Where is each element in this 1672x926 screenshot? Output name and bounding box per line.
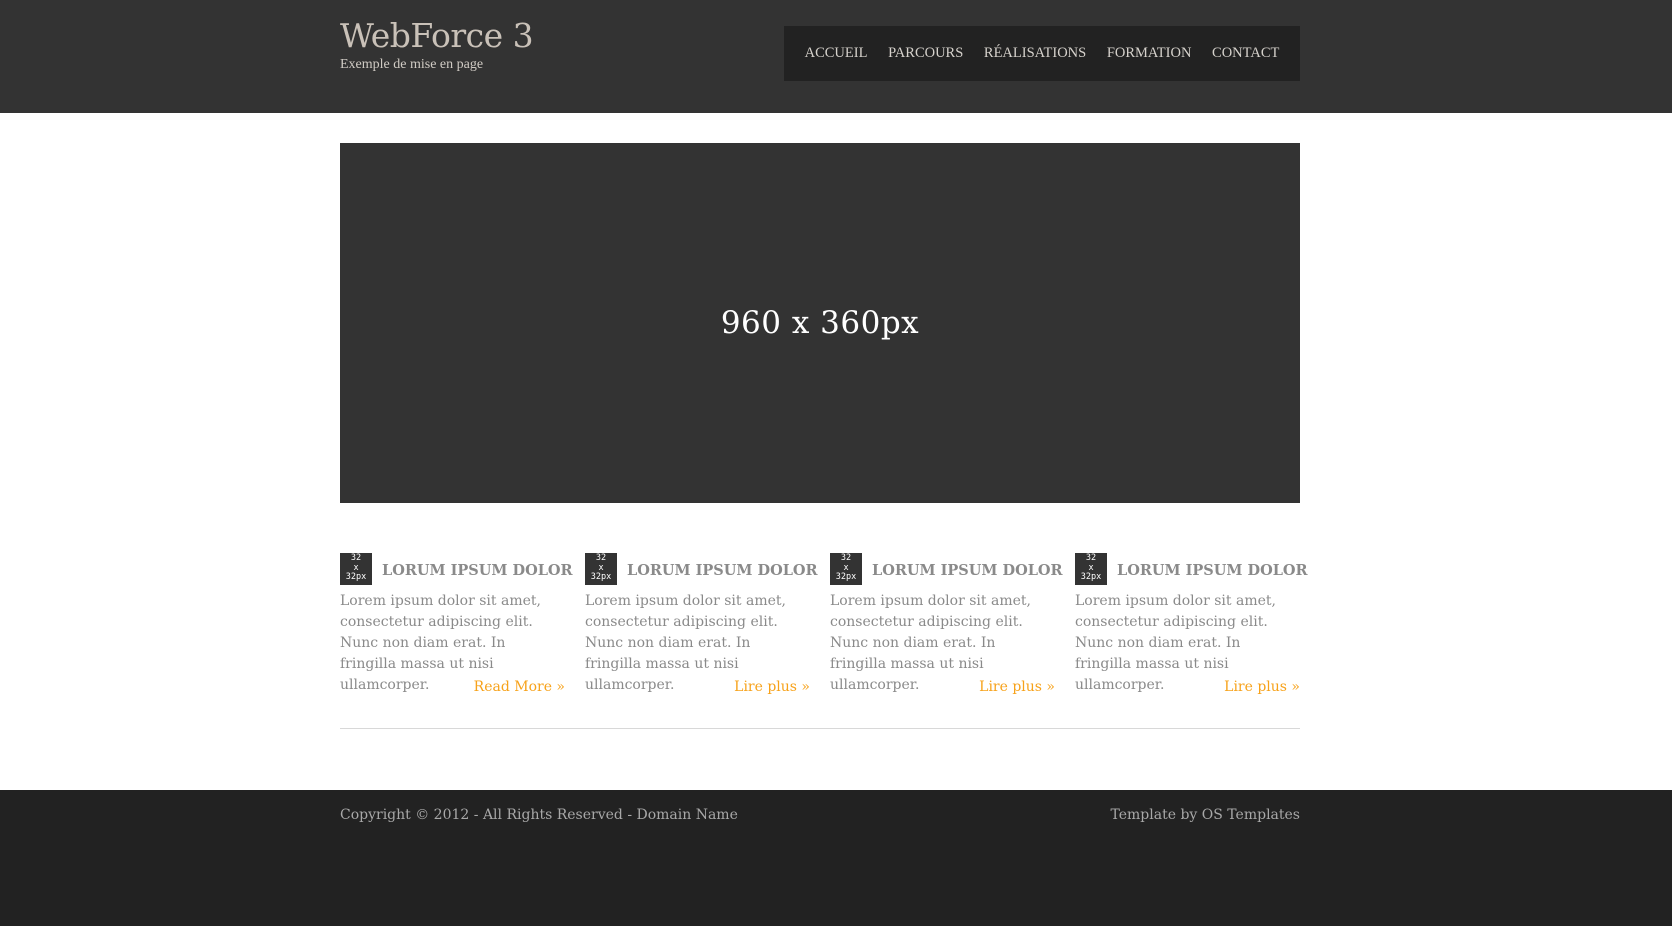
nav-item-parcours[interactable]: PARCOURS: [888, 45, 963, 62]
feature-thumbnail: 32 x 32px: [585, 552, 617, 585]
feature-title: LORUM IPSUM DOLOR: [627, 562, 818, 579]
footer-inner: Copyright © 2012 - All Rights Reserved -…: [340, 790, 1300, 926]
site-footer: Copyright © 2012 - All Rights Reserved -…: [0, 790, 1672, 926]
feature-thumbnail: 32 x 32px: [1075, 552, 1107, 585]
thumb-line: 32px: [590, 572, 612, 583]
feature-item: 32 x 32px LORUM IPSUM DOLOR Lorem ipsum …: [585, 552, 818, 710]
read-more-link[interactable]: Lire plus »: [1224, 679, 1300, 695]
feature-header: 32 x 32px LORUM IPSUM DOLOR: [830, 552, 1063, 585]
read-more-link[interactable]: Lire plus »: [979, 679, 1055, 695]
main-content: 960 x 360px 32 x 32px LORUM IPSUM DOLOR …: [0, 113, 1672, 790]
main-inner: 960 x 360px 32 x 32px LORUM IPSUM DOLOR …: [340, 113, 1308, 790]
feature-thumbnail: 32 x 32px: [830, 552, 862, 585]
main-nav: ACCUEIL PARCOURS RÉALISATIONS FORMATION …: [784, 26, 1300, 81]
feature-item: 32 x 32px LORUM IPSUM DOLOR Lorem ipsum …: [1075, 552, 1308, 710]
thumb-line: 32px: [1080, 572, 1102, 583]
thumb-line: 32px: [345, 572, 367, 583]
nav-item-realisations[interactable]: RÉALISATIONS: [984, 45, 1086, 62]
hero-image-placeholder: 960 x 360px: [340, 143, 1300, 503]
template-credit[interactable]: Template by OS Templates: [1111, 807, 1301, 823]
feature-title: LORUM IPSUM DOLOR: [382, 562, 573, 579]
thumb-line: 32px: [835, 572, 857, 583]
hero-placeholder-label: 960 x 360px: [720, 305, 920, 341]
nav-item-formation[interactable]: FORMATION: [1107, 45, 1192, 62]
feature-item: 32 x 32px LORUM IPSUM DOLOR Lorem ipsum …: [340, 552, 573, 710]
feature-thumbnail: 32 x 32px: [340, 552, 372, 585]
feature-title: LORUM IPSUM DOLOR: [1117, 562, 1308, 579]
nav-item-accueil[interactable]: ACCUEIL: [805, 45, 868, 62]
page: WebForce 3 Exemple de mise en page ACCUE…: [0, 0, 1672, 926]
site-title[interactable]: WebForce 3: [340, 16, 534, 55]
content-divider: [340, 728, 1300, 729]
feature-header: 32 x 32px LORUM IPSUM DOLOR: [340, 552, 573, 585]
feature-header: 32 x 32px LORUM IPSUM DOLOR: [1075, 552, 1308, 585]
copyright-text: Copyright © 2012 - All Rights Reserved -…: [340, 807, 738, 823]
feature-header: 32 x 32px LORUM IPSUM DOLOR: [585, 552, 818, 585]
read-more-link[interactable]: Lire plus »: [734, 679, 810, 695]
feature-item: 32 x 32px LORUM IPSUM DOLOR Lorem ipsum …: [830, 552, 1063, 710]
nav-item-contact[interactable]: CONTACT: [1212, 45, 1279, 62]
feature-list: 32 x 32px LORUM IPSUM DOLOR Lorem ipsum …: [340, 552, 1308, 710]
feature-title: LORUM IPSUM DOLOR: [872, 562, 1063, 579]
site-header: WebForce 3 Exemple de mise en page ACCUE…: [0, 0, 1672, 113]
site-tagline: Exemple de mise en page: [340, 57, 484, 72]
header-inner: WebForce 3 Exemple de mise en page ACCUE…: [340, 0, 1300, 113]
read-more-link[interactable]: Read More »: [474, 679, 565, 695]
